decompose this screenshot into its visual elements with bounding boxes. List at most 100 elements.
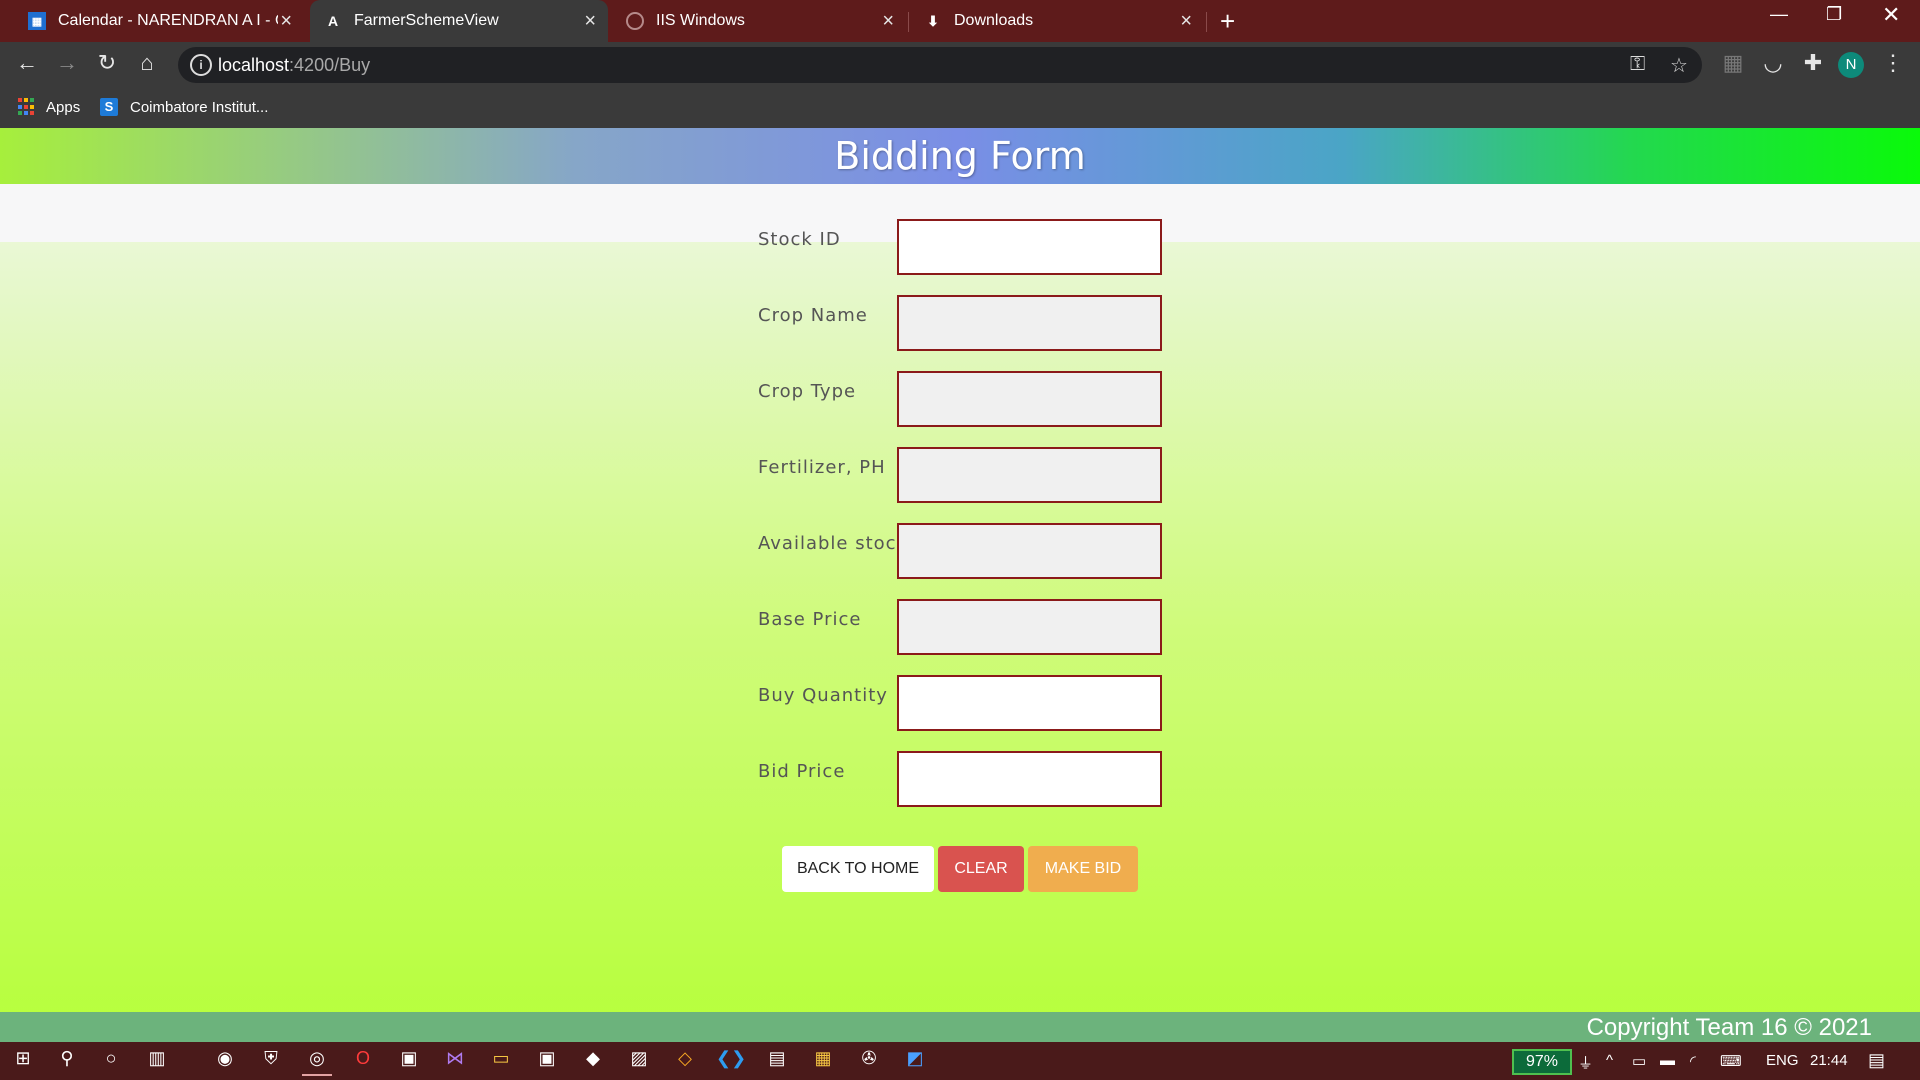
camera-app-icon[interactable]: ◉ bbox=[210, 1048, 240, 1074]
photos-app-icon[interactable]: ▨ bbox=[624, 1048, 654, 1074]
puzzle-icon[interactable]: ✚ bbox=[1798, 50, 1828, 76]
stock-id-input[interactable] bbox=[897, 219, 1162, 275]
close-icon[interactable]: × bbox=[280, 10, 292, 33]
field-label: Fertilizer, PH bbox=[758, 457, 886, 478]
bookmark-coimbatore[interactable]: S Coimbatore Institut... bbox=[100, 98, 268, 116]
file-explorer-icon[interactable]: ▭ bbox=[486, 1048, 516, 1074]
battery-indicator[interactable]: 97% bbox=[1512, 1049, 1572, 1075]
tab-label: Downloads bbox=[954, 12, 1034, 29]
close-icon[interactable]: × bbox=[1180, 10, 1192, 33]
buy-quantity-input[interactable] bbox=[897, 675, 1162, 731]
make-bid-button[interactable]: MAKE BID bbox=[1028, 846, 1138, 892]
opera-app-icon[interactable]: O bbox=[348, 1048, 378, 1074]
search-icon[interactable]: ⚲ bbox=[52, 1048, 82, 1074]
bid-price-input[interactable] bbox=[897, 751, 1162, 807]
bookmark-label: Apps bbox=[46, 98, 81, 116]
address-bar[interactable]: i localhost:4200/Buy ⚿ ☆ bbox=[178, 47, 1702, 83]
device-icon[interactable]: ▭ bbox=[1632, 1052, 1646, 1070]
field-crop-name: Crop Name bbox=[758, 295, 1162, 351]
field-label: Crop Type bbox=[758, 381, 857, 402]
close-icon[interactable]: × bbox=[882, 10, 894, 33]
crop-type-input[interactable] bbox=[897, 371, 1162, 427]
footer: Copyright Team 16 © 2021 bbox=[0, 1012, 1920, 1042]
notification-icon[interactable]: ▤ bbox=[1868, 1050, 1885, 1071]
tab-label: FarmerSchemeView bbox=[354, 12, 499, 29]
url-text[interactable]: localhost:4200/Buy bbox=[218, 55, 370, 76]
tab-farmerschemeview[interactable]: A FarmerSchemeView × bbox=[310, 0, 608, 42]
wifi-icon[interactable]: ◜ bbox=[1690, 1052, 1696, 1070]
task-view-icon[interactable]: ▥ bbox=[142, 1048, 172, 1074]
header-band: Bidding Form bbox=[0, 128, 1920, 184]
field-fertilizer-ph: Fertilizer, PH bbox=[758, 447, 1162, 503]
security-app-icon[interactable]: ⛨ bbox=[256, 1048, 286, 1074]
clear-button[interactable]: CLEAR bbox=[938, 846, 1024, 892]
angular-icon: A bbox=[327, 13, 339, 29]
sql-app-icon[interactable]: ▤ bbox=[762, 1048, 792, 1074]
field-label: Buy Quantity bbox=[758, 685, 888, 706]
page-title: Bidding Form bbox=[834, 134, 1086, 178]
vscode-icon[interactable]: ❮❯ bbox=[716, 1048, 746, 1074]
chrome-app-icon[interactable]: ◎ bbox=[302, 1048, 332, 1076]
bookmark-apps[interactable]: Apps bbox=[18, 98, 80, 116]
tab-strip: ▦ Calendar - NARENDRAN A I - Ou × A Farm… bbox=[0, 0, 1920, 42]
field-crop-type: Crop Type bbox=[758, 371, 1162, 427]
bookmark-label: Coimbatore Institut... bbox=[130, 98, 269, 116]
tab-downloads[interactable]: ⬇ Downloads × bbox=[910, 0, 1204, 42]
plug-icon[interactable]: ⏚ bbox=[1578, 1052, 1593, 1073]
pocket-icon[interactable]: ◡ bbox=[1758, 50, 1788, 76]
browser-toolbar: ← → ↻ ⌂ i localhost:4200/Buy ⚿ ☆ ▦ ◡ ✚ N… bbox=[0, 42, 1920, 88]
language-indicator[interactable]: ENG bbox=[1766, 1052, 1799, 1069]
field-label: Crop Name bbox=[758, 305, 868, 326]
cortana-icon[interactable]: ○ bbox=[96, 1048, 126, 1074]
reload-icon[interactable]: ↻ bbox=[92, 50, 122, 76]
sticky-app-icon[interactable]: ▦ bbox=[808, 1048, 838, 1074]
tab-label: Calendar - NARENDRAN A I - Ou bbox=[58, 12, 278, 29]
extension-grid-icon[interactable]: ▦ bbox=[1718, 50, 1748, 76]
git-app-icon[interactable]: ◇ bbox=[670, 1048, 700, 1074]
visual-studio-icon[interactable]: ⋈ bbox=[440, 1048, 470, 1074]
home-icon[interactable]: ⌂ bbox=[132, 50, 162, 76]
windows-start-icon[interactable]: ⊞ bbox=[8, 1048, 38, 1074]
crop-name-input[interactable] bbox=[897, 295, 1162, 351]
tab-iis-windows[interactable]: IIS Windows × bbox=[612, 0, 906, 42]
cmd-app-icon[interactable]: ▣ bbox=[532, 1048, 562, 1074]
star-icon[interactable]: ☆ bbox=[1670, 53, 1688, 78]
back-to-home-button[interactable]: BACK TO HOME bbox=[782, 846, 934, 892]
chevron-up-icon[interactable]: ^ bbox=[1606, 1052, 1613, 1069]
settings-app-icon[interactable]: ✇ bbox=[854, 1048, 884, 1074]
field-bid-price: Bid Price bbox=[758, 751, 1162, 807]
field-label: Bid Price bbox=[758, 761, 846, 782]
field-stock-id: Stock ID bbox=[758, 219, 1162, 275]
globe-icon bbox=[626, 12, 644, 30]
back-icon[interactable]: ← bbox=[12, 50, 42, 76]
field-base-price: Base Price bbox=[758, 599, 1162, 655]
tab-calendar[interactable]: ▦ Calendar - NARENDRAN A I - Ou × bbox=[14, 0, 304, 42]
tab-label: IIS Windows bbox=[656, 12, 745, 29]
keyboard-icon[interactable]: ⌨ bbox=[1720, 1052, 1742, 1070]
restore-icon[interactable]: ❐ bbox=[1826, 4, 1842, 25]
field-label: Stock ID bbox=[758, 229, 841, 250]
paint-app-icon[interactable]: ◩ bbox=[900, 1048, 930, 1074]
taskbar: ⊞ ⚲ ○ ▥ ◉ ⛨ ◎ O ▣ ⋈ ▭ ▣ ◆ ▨ ◇ ❮❯ ▤ ▦ ✇ ◩… bbox=[0, 1042, 1920, 1080]
base-price-input[interactable] bbox=[897, 599, 1162, 655]
notes-app-icon[interactable]: ◆ bbox=[578, 1048, 608, 1074]
fertilizer-ph-input[interactable] bbox=[897, 447, 1162, 503]
new-tab-button[interactable]: + bbox=[1220, 6, 1235, 37]
clock[interactable]: 21:44 bbox=[1810, 1052, 1848, 1069]
battery-icon[interactable]: ▬ bbox=[1660, 1052, 1675, 1069]
minimize-icon[interactable]: — bbox=[1770, 4, 1788, 25]
available-stock-input[interactable] bbox=[897, 523, 1162, 579]
s-logo-icon: S bbox=[100, 98, 118, 116]
close-window-icon[interactable]: ✕ bbox=[1882, 2, 1900, 28]
menu-icon[interactable]: ⋮ bbox=[1878, 50, 1908, 76]
tab-separator bbox=[908, 12, 909, 32]
field-available-stock: Available stock bbox=[758, 523, 1162, 579]
terminal-app-icon[interactable]: ▣ bbox=[394, 1048, 424, 1074]
key-icon[interactable]: ⚿ bbox=[1630, 53, 1645, 76]
field-label: Base Price bbox=[758, 609, 862, 630]
close-icon[interactable]: × bbox=[584, 10, 596, 33]
field-label: Available stock bbox=[758, 533, 908, 554]
avatar[interactable]: N bbox=[1838, 52, 1864, 78]
info-icon[interactable]: i bbox=[190, 54, 212, 76]
forward-icon[interactable]: → bbox=[52, 50, 82, 76]
